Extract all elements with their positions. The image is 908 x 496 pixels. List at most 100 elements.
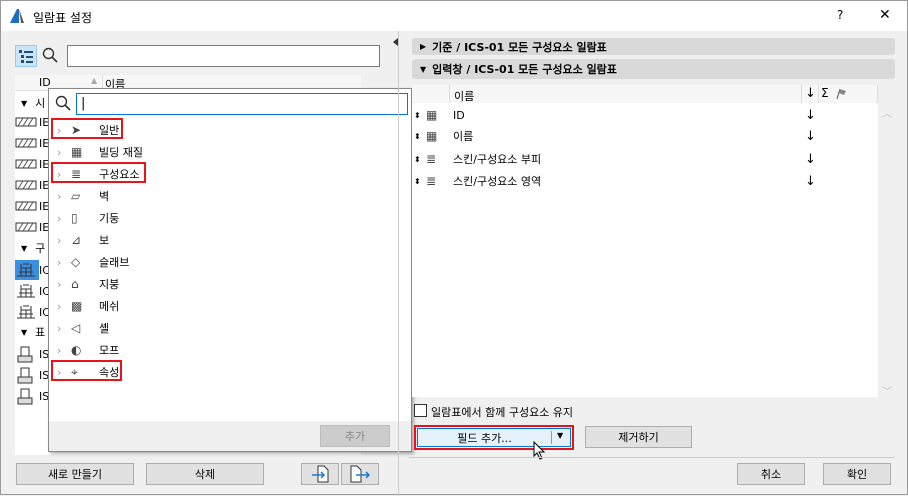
schedule-icon xyxy=(15,133,39,153)
schedule-row[interactable]: IE xyxy=(15,154,50,174)
column-icon: ▯ xyxy=(71,211,78,225)
chevron-right-icon[interactable]: › xyxy=(57,234,71,247)
remove-button[interactable]: 제거하기 xyxy=(585,426,692,448)
picker-item-mesh[interactable]: › ▩ 메쉬 xyxy=(57,296,119,316)
import-button[interactable] xyxy=(301,463,339,485)
add-field-button[interactable]: 필드 추가... ▼ xyxy=(417,428,571,447)
schedule-icon xyxy=(15,196,39,216)
field-type-icon: ▦ xyxy=(426,108,438,122)
picker-item-beam[interactable]: › ⊿ 보 xyxy=(57,230,109,250)
schedule-icon xyxy=(15,217,39,237)
keep-components-label: 일람표에서 함께 구성요소 유지 xyxy=(431,406,574,419)
chevron-right-icon[interactable]: › xyxy=(57,278,71,291)
schedule-row[interactable]: IS xyxy=(15,386,50,406)
field-type-icon: ≣ xyxy=(426,174,437,188)
drag-handle-icon[interactable]: ⬍ xyxy=(414,111,426,120)
dropdown-arrow-icon[interactable]: ▼ xyxy=(557,431,563,440)
beam-icon: ⊿ xyxy=(71,233,82,247)
schedule-icon xyxy=(15,386,39,406)
popup-add-button[interactable]: 추가 xyxy=(320,425,390,447)
group-header[interactable]: ▼ 시 xyxy=(21,93,45,113)
help-button[interactable]: ? xyxy=(837,8,843,22)
field-row[interactable]: ⬍ ▦ 이름 ↓ xyxy=(414,126,874,146)
field-row[interactable]: ⬍ ≣ 스킨/구성요소 부피 ↓ xyxy=(414,149,874,169)
scrollbar[interactable]: ︿ ﹀ xyxy=(878,103,895,398)
highlight-component xyxy=(51,162,146,183)
highlight-general xyxy=(51,118,123,139)
field-row[interactable]: ⬍ ▦ ID ↓ xyxy=(414,105,874,125)
picker-item-slab[interactable]: › ◇ 슬래브 xyxy=(57,252,129,272)
new-schedule-button[interactable]: 새로 만들기 xyxy=(16,463,134,485)
schedule-row[interactable]: IC xyxy=(15,302,50,322)
schedule-icon xyxy=(15,112,39,132)
picker-item-building-material[interactable]: › ▦ 빌딩 재질 xyxy=(57,142,143,162)
field-type-icon: ▦ xyxy=(426,129,438,143)
app-logo-icon xyxy=(10,9,24,23)
schedule-row[interactable]: IE xyxy=(15,133,50,153)
picker-item-wall[interactable]: › ▱ 벽 xyxy=(57,186,109,206)
export-icon xyxy=(350,465,371,483)
chevron-right-icon[interactable]: › xyxy=(57,212,71,225)
chevron-right-icon[interactable]: › xyxy=(57,190,71,203)
mesh-icon: ▩ xyxy=(71,299,83,313)
drag-handle-icon[interactable]: ⬍ xyxy=(414,132,426,141)
close-button[interactable]: ✕ xyxy=(879,7,891,23)
schedule-row[interactable]: IS xyxy=(15,344,50,364)
field-row[interactable]: ⬍ ≣ 스킨/구성요소 영역 ↓ xyxy=(414,171,874,191)
schedule-row[interactable]: IC xyxy=(15,281,50,301)
chevron-right-icon[interactable]: › xyxy=(57,256,71,269)
search-icon xyxy=(55,95,71,111)
fields-table-header: 이름 ↓ Σ xyxy=(412,85,878,103)
popup-search-input[interactable]: | xyxy=(76,93,408,115)
field-picker-popup: | › ➤ 일반 › ▦ 빌딩 재질 › ≣ 구성요소 › ▱ 벽 › ▯ 기둥 › ⊿ 보 › ◇ 슬래브 › ⌂ 지붕 › ▩… xyxy=(48,88,412,452)
chevron-right-icon[interactable]: › xyxy=(57,146,71,159)
import-icon xyxy=(312,465,329,483)
drag-handle-icon[interactable]: ⬍ xyxy=(414,177,426,186)
schedule-row[interactable]: IS xyxy=(15,365,50,385)
ok-button[interactable]: 확인 xyxy=(823,463,891,485)
schedule-icon xyxy=(15,175,39,195)
slab-icon: ◇ xyxy=(71,255,81,269)
schedule-icon xyxy=(15,365,39,385)
schedule-row[interactable]: IE xyxy=(15,217,50,237)
wall-icon: ▱ xyxy=(71,189,81,203)
highlight-property xyxy=(51,360,122,381)
shell-icon: ◁ xyxy=(71,321,81,335)
picker-item-roof[interactable]: › ⌂ 지붕 xyxy=(57,274,119,294)
section-criteria[interactable]: ▶ 기준 / ICS-01 모든 구성요소 일람표 xyxy=(412,38,895,55)
keep-components-checkbox[interactable] xyxy=(414,404,427,417)
morph-icon: ◐ xyxy=(71,343,82,357)
chevron-right-icon[interactable]: › xyxy=(57,322,71,335)
building-material-icon: ▦ xyxy=(71,145,83,159)
group-header[interactable]: ▼ 구 xyxy=(21,238,45,258)
picker-item-column[interactable]: › ▯ 기둥 xyxy=(57,208,119,228)
schedule-row[interactable]: IE xyxy=(15,196,50,216)
chevron-right-icon[interactable]: › xyxy=(57,344,71,357)
schedule-icon xyxy=(15,302,39,322)
group-header[interactable]: ▼ 표 xyxy=(21,322,45,342)
roof-icon: ⌂ xyxy=(71,277,79,291)
mouse-cursor-icon xyxy=(533,441,546,460)
left-search-input[interactable] xyxy=(67,45,380,67)
schedule-icon xyxy=(15,344,39,364)
cancel-button[interactable]: 취소 xyxy=(737,463,805,485)
schedule-icon xyxy=(15,260,39,280)
window-title: 일람표 설정 xyxy=(33,11,93,25)
drag-handle-icon[interactable]: ⬍ xyxy=(414,155,426,164)
export-button[interactable] xyxy=(341,463,379,485)
schedule-icon xyxy=(15,154,39,174)
schedule-row[interactable]: IE xyxy=(15,175,50,195)
chevron-right-icon[interactable]: › xyxy=(57,300,71,313)
section-input[interactable]: ▼ 입력창 / ICS-01 모든 구성요소 일람표 xyxy=(412,59,895,79)
schedule-row[interactable]: IC xyxy=(15,260,50,280)
flag-icon xyxy=(836,88,846,100)
delete-button[interactable]: 삭제 xyxy=(146,463,264,485)
field-type-icon: ≣ xyxy=(426,152,437,166)
picker-item-morph[interactable]: › ◐ 모프 xyxy=(57,340,119,360)
search-icon xyxy=(42,47,58,63)
picker-item-shell[interactable]: › ◁ 셸 xyxy=(57,318,109,338)
title-bar: 일람표 설정 ? ✕ xyxy=(1,1,907,31)
schedule-icon xyxy=(15,281,39,301)
tree-view-toggle-icon[interactable] xyxy=(15,45,37,67)
schedule-row[interactable]: IE xyxy=(15,112,50,132)
